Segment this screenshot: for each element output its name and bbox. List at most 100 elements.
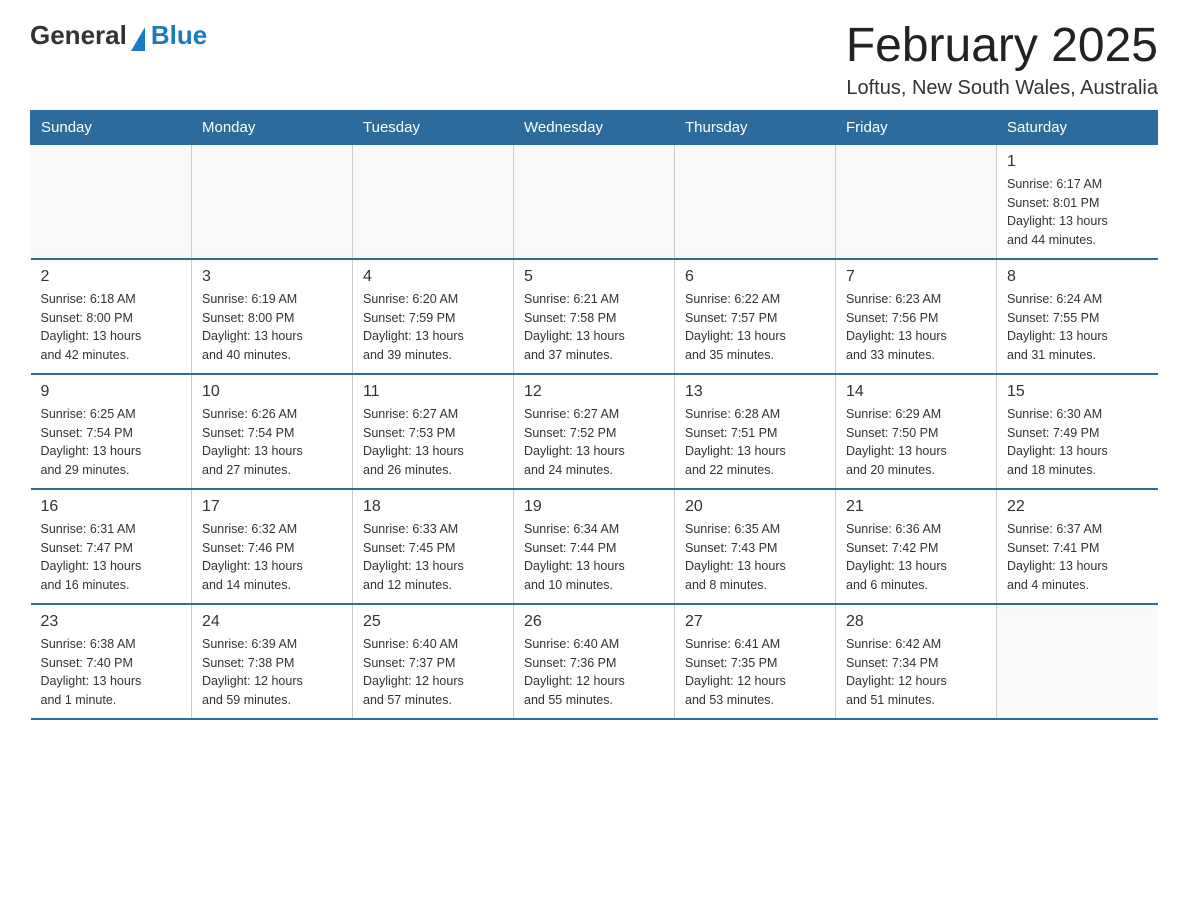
- day-info: Sunrise: 6:31 AMSunset: 7:47 PMDaylight:…: [41, 520, 182, 595]
- calendar-cell: 27 Sunrise: 6:41 AMSunset: 7:35 PMDayligh…: [675, 604, 836, 719]
- day-info: Sunrise: 6:42 AMSunset: 7:34 PMDaylight:…: [846, 635, 986, 710]
- calendar-cell: 11 Sunrise: 6:27 AMSunset: 7:53 PMDayligh…: [353, 374, 514, 489]
- calendar-cell: 7Sunrise: 6:23 AMSunset: 7:56 PMDaylight…: [836, 259, 997, 374]
- day-number: 22: [1007, 498, 1148, 516]
- day-number: 16: [41, 498, 182, 516]
- header-sunday: Sunday: [31, 110, 192, 144]
- calendar-cell: 9 Sunrise: 6:25 AMSunset: 7:54 PMDaylight…: [31, 374, 192, 489]
- day-info: Sunrise: 6:20 AMSunset: 7:59 PMDaylight:…: [363, 290, 503, 365]
- day-info: Sunrise: 6:27 AMSunset: 7:53 PMDaylight:…: [363, 405, 503, 480]
- day-info: Sunrise: 6:34 AMSunset: 7:44 PMDaylight:…: [524, 520, 664, 595]
- calendar-cell: 21 Sunrise: 6:36 AMSunset: 7:42 PMDayligh…: [836, 489, 997, 604]
- day-info: Sunrise: 6:21 AMSunset: 7:58 PMDaylight:…: [524, 290, 664, 365]
- day-number: 20: [685, 498, 825, 516]
- day-info: Sunrise: 6:28 AMSunset: 7:51 PMDaylight:…: [685, 405, 825, 480]
- day-number: 9: [41, 383, 182, 401]
- calendar-week-row-2: 9 Sunrise: 6:25 AMSunset: 7:54 PMDaylight…: [31, 374, 1158, 489]
- day-number: 4: [363, 268, 503, 286]
- calendar-week-row-4: 23 Sunrise: 6:38 AMSunset: 7:40 PMDayligh…: [31, 604, 1158, 719]
- calendar-cell: [31, 144, 192, 259]
- day-info: Sunrise: 6:36 AMSunset: 7:42 PMDaylight:…: [846, 520, 986, 595]
- day-info: Sunrise: 6:19 AMSunset: 8:00 PMDaylight:…: [202, 290, 342, 365]
- day-number: 17: [202, 498, 342, 516]
- logo-general-text: General: [30, 20, 127, 51]
- day-number: 14: [846, 383, 986, 401]
- calendar-week-row-3: 16 Sunrise: 6:31 AMSunset: 7:47 PMDayligh…: [31, 489, 1158, 604]
- calendar-table: Sunday Monday Tuesday Wednesday Thursday…: [30, 110, 1158, 720]
- calendar-cell: 16 Sunrise: 6:31 AMSunset: 7:47 PMDayligh…: [31, 489, 192, 604]
- day-info: Sunrise: 6:26 AMSunset: 7:54 PMDaylight:…: [202, 405, 342, 480]
- calendar-header: Sunday Monday Tuesday Wednesday Thursday…: [31, 110, 1158, 144]
- day-info: Sunrise: 6:29 AMSunset: 7:50 PMDaylight:…: [846, 405, 986, 480]
- calendar-cell: 6 Sunrise: 6:22 AMSunset: 7:57 PMDaylight…: [675, 259, 836, 374]
- day-number: 26: [524, 613, 664, 631]
- day-info: Sunrise: 6:27 AMSunset: 7:52 PMDaylight:…: [524, 405, 664, 480]
- day-info: Sunrise: 6:39 AMSunset: 7:38 PMDaylight:…: [202, 635, 342, 710]
- day-number: 8: [1007, 268, 1148, 286]
- day-number: 15: [1007, 383, 1148, 401]
- calendar-week-row-1: 2Sunrise: 6:18 AMSunset: 8:00 PMDaylight…: [31, 259, 1158, 374]
- calendar-cell: 4 Sunrise: 6:20 AMSunset: 7:59 PMDaylight…: [353, 259, 514, 374]
- logo: General Blue: [30, 20, 207, 51]
- header-tuesday: Tuesday: [353, 110, 514, 144]
- day-info: Sunrise: 6:25 AMSunset: 7:54 PMDaylight:…: [41, 405, 182, 480]
- day-number: 19: [524, 498, 664, 516]
- calendar-cell: 20 Sunrise: 6:35 AMSunset: 7:43 PMDayligh…: [675, 489, 836, 604]
- day-number: 13: [685, 383, 825, 401]
- calendar-cell: 28Sunrise: 6:42 AMSunset: 7:34 PMDayligh…: [836, 604, 997, 719]
- calendar-week-row-0: 1Sunrise: 6:17 AMSunset: 8:01 PMDaylight…: [31, 144, 1158, 259]
- page-header: General Blue February 2025 Loftus, New S…: [30, 20, 1158, 100]
- day-number: 21: [846, 498, 986, 516]
- day-info: Sunrise: 6:22 AMSunset: 7:57 PMDaylight:…: [685, 290, 825, 365]
- day-info: Sunrise: 6:17 AMSunset: 8:01 PMDaylight:…: [1007, 175, 1148, 250]
- day-number: 18: [363, 498, 503, 516]
- header-thursday: Thursday: [675, 110, 836, 144]
- month-title: February 2025: [846, 20, 1158, 73]
- calendar-cell: [836, 144, 997, 259]
- header-saturday: Saturday: [997, 110, 1158, 144]
- day-info: Sunrise: 6:32 AMSunset: 7:46 PMDaylight:…: [202, 520, 342, 595]
- day-info: Sunrise: 6:33 AMSunset: 7:45 PMDaylight:…: [363, 520, 503, 595]
- header-monday: Monday: [192, 110, 353, 144]
- header-wednesday: Wednesday: [514, 110, 675, 144]
- day-number: 12: [524, 383, 664, 401]
- calendar-cell: 1Sunrise: 6:17 AMSunset: 8:01 PMDaylight…: [997, 144, 1158, 259]
- calendar-cell: [675, 144, 836, 259]
- day-info: Sunrise: 6:37 AMSunset: 7:41 PMDaylight:…: [1007, 520, 1148, 595]
- calendar-cell: 18 Sunrise: 6:33 AMSunset: 7:45 PMDayligh…: [353, 489, 514, 604]
- calendar-cell: 15 Sunrise: 6:30 AMSunset: 7:49 PMDayligh…: [997, 374, 1158, 489]
- day-info: Sunrise: 6:30 AMSunset: 7:49 PMDaylight:…: [1007, 405, 1148, 480]
- weekday-header-row: Sunday Monday Tuesday Wednesday Thursday…: [31, 110, 1158, 144]
- calendar-cell: 12 Sunrise: 6:27 AMSunset: 7:52 PMDayligh…: [514, 374, 675, 489]
- day-info: Sunrise: 6:41 AMSunset: 7:35 PMDaylight:…: [685, 635, 825, 710]
- day-number: 10: [202, 383, 342, 401]
- header-friday: Friday: [836, 110, 997, 144]
- day-number: 27: [685, 613, 825, 631]
- logo-blue-text: Blue: [151, 20, 207, 50]
- calendar-cell: 8Sunrise: 6:24 AMSunset: 7:55 PMDaylight…: [997, 259, 1158, 374]
- calendar-cell: 25Sunrise: 6:40 AMSunset: 7:37 PMDayligh…: [353, 604, 514, 719]
- day-number: 6: [685, 268, 825, 286]
- day-number: 11: [363, 383, 503, 401]
- day-info: Sunrise: 6:35 AMSunset: 7:43 PMDaylight:…: [685, 520, 825, 595]
- calendar-cell: [997, 604, 1158, 719]
- location-title: Loftus, New South Wales, Australia: [846, 77, 1158, 100]
- day-number: 5: [524, 268, 664, 286]
- title-block: February 2025 Loftus, New South Wales, A…: [846, 20, 1158, 100]
- day-info: Sunrise: 6:38 AMSunset: 7:40 PMDaylight:…: [41, 635, 182, 710]
- day-info: Sunrise: 6:40 AMSunset: 7:37 PMDaylight:…: [363, 635, 503, 710]
- calendar-cell: 24Sunrise: 6:39 AMSunset: 7:38 PMDayligh…: [192, 604, 353, 719]
- day-number: 23: [41, 613, 182, 631]
- calendar-cell: 5 Sunrise: 6:21 AMSunset: 7:58 PMDaylight…: [514, 259, 675, 374]
- day-info: Sunrise: 6:18 AMSunset: 8:00 PMDaylight:…: [41, 290, 182, 365]
- day-info: Sunrise: 6:23 AMSunset: 7:56 PMDaylight:…: [846, 290, 986, 365]
- calendar-cell: 10 Sunrise: 6:26 AMSunset: 7:54 PMDayligh…: [192, 374, 353, 489]
- calendar-cell: 2Sunrise: 6:18 AMSunset: 8:00 PMDaylight…: [31, 259, 192, 374]
- calendar-cell: [192, 144, 353, 259]
- calendar-cell: 26Sunrise: 6:40 AMSunset: 7:36 PMDayligh…: [514, 604, 675, 719]
- logo-triangle-icon: [131, 27, 145, 51]
- calendar-cell: 23 Sunrise: 6:38 AMSunset: 7:40 PMDayligh…: [31, 604, 192, 719]
- calendar-body: 1Sunrise: 6:17 AMSunset: 8:01 PMDaylight…: [31, 144, 1158, 719]
- calendar-cell: 14 Sunrise: 6:29 AMSunset: 7:50 PMDayligh…: [836, 374, 997, 489]
- calendar-cell: 17 Sunrise: 6:32 AMSunset: 7:46 PMDayligh…: [192, 489, 353, 604]
